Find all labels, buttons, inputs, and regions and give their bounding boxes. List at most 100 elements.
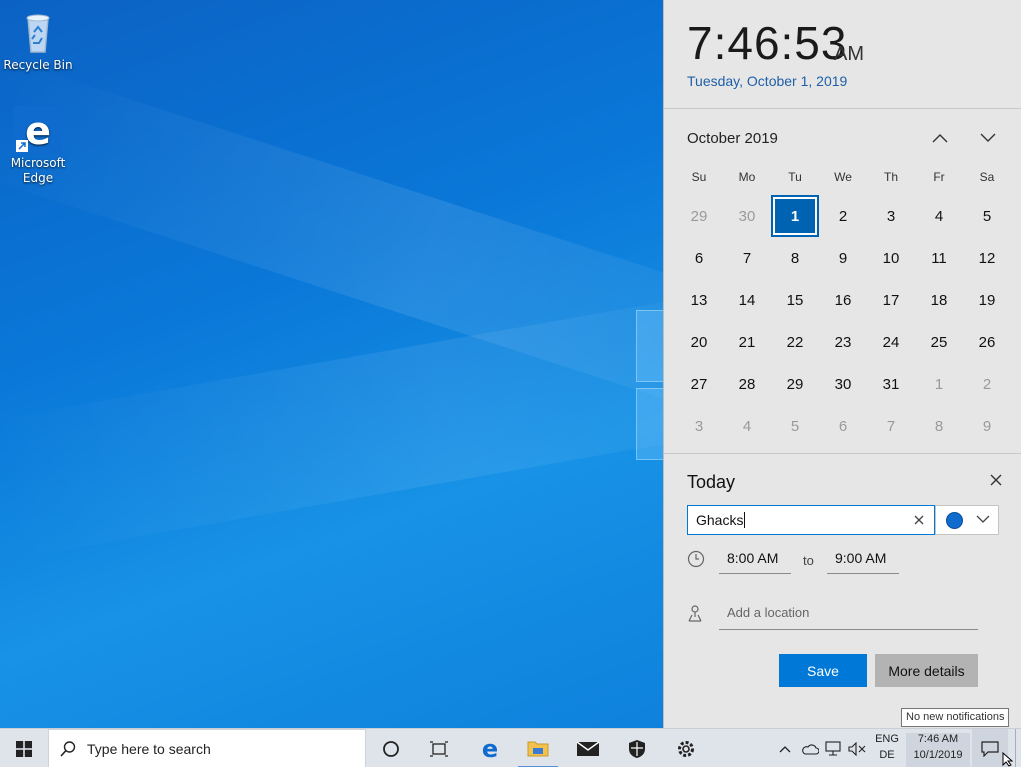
calendar-day[interactable]: 7 bbox=[867, 405, 915, 447]
search-icon bbox=[60, 741, 76, 757]
chevron-down-icon bbox=[980, 133, 996, 142]
calendar-week-row: 13 14 15 16 17 18 19 bbox=[675, 279, 1011, 321]
calendar-day[interactable]: 2 bbox=[963, 363, 1011, 405]
network-button[interactable] bbox=[823, 729, 845, 767]
calendar-day[interactable]: 9 bbox=[819, 237, 867, 279]
calendar-day[interactable]: 7 bbox=[723, 237, 771, 279]
calendar-day[interactable]: 21 bbox=[723, 321, 771, 363]
calendar-day[interactable]: 12 bbox=[963, 237, 1011, 279]
calendar-day[interactable]: 5 bbox=[963, 195, 1011, 237]
calendar-day[interactable]: 8 bbox=[915, 405, 963, 447]
desktop-icon-microsoft-edge[interactable]: e Microsoft Edge bbox=[0, 106, 76, 186]
previous-month-button[interactable] bbox=[926, 124, 954, 152]
calendar-day[interactable]: 31 bbox=[867, 363, 915, 405]
taskbar-mail-button[interactable] bbox=[568, 729, 608, 767]
save-button[interactable]: Save bbox=[779, 654, 867, 687]
weekday-label: Sa bbox=[979, 170, 995, 184]
recycle-bin-icon bbox=[14, 8, 62, 56]
volume-muted-icon bbox=[848, 741, 866, 756]
calendar-day[interactable]: 16 bbox=[819, 279, 867, 321]
desktop-icon-label: Microsoft Edge bbox=[10, 156, 66, 185]
calendar-day[interactable]: 8 bbox=[771, 237, 819, 279]
svg-text:e: e bbox=[482, 738, 498, 760]
taskbar-edge-button[interactable]: e bbox=[470, 729, 510, 767]
current-date-link[interactable]: Tuesday, October 1, 2019 bbox=[687, 73, 847, 89]
mail-icon bbox=[576, 740, 600, 756]
chevron-up-icon bbox=[779, 745, 791, 752]
mouse-cursor-icon bbox=[1002, 752, 1014, 767]
weekday-label: Mo bbox=[738, 170, 756, 184]
taskbar-clock-time: 7:46 AM bbox=[917, 733, 959, 745]
taskbar-security-button[interactable] bbox=[617, 729, 657, 767]
calendar-day[interactable]: 6 bbox=[819, 405, 867, 447]
clock-icon bbox=[687, 550, 705, 568]
file-explorer-icon bbox=[527, 741, 549, 756]
taskbar-clock[interactable]: 7:46 AM 10/1/2019 bbox=[906, 733, 970, 767]
calendar-day[interactable]: 29 bbox=[675, 195, 723, 237]
agenda-today-label: Today bbox=[687, 472, 736, 492]
calendar-day[interactable]: 3 bbox=[867, 195, 915, 237]
chevron-down-icon bbox=[976, 515, 990, 523]
calendar-week-row: 20 21 22 23 24 25 26 bbox=[675, 321, 1011, 363]
calendar-month-label[interactable]: October 2019 bbox=[687, 130, 778, 147]
calendar-day[interactable]: 2 bbox=[819, 195, 867, 237]
calendar-day[interactable]: 24 bbox=[867, 321, 915, 363]
clock-calendar-flyout: 7:46:53 AM Tuesday, October 1, 2019 Octo… bbox=[663, 0, 1021, 728]
calendar-day[interactable]: 19 bbox=[963, 279, 1011, 321]
task-view-button[interactable] bbox=[420, 729, 458, 767]
calendar-day[interactable]: 15 bbox=[771, 279, 819, 321]
calendar-day-selected[interactable]: 1 bbox=[771, 195, 819, 237]
current-time: 7:46:53 bbox=[687, 17, 848, 69]
calendar-day[interactable]: 13 bbox=[675, 279, 723, 321]
start-button[interactable] bbox=[0, 729, 48, 767]
taskbar-search-box[interactable]: Type here to search bbox=[48, 729, 366, 767]
volume-button[interactable] bbox=[846, 729, 868, 767]
text-caret bbox=[744, 512, 746, 528]
calendar-day[interactable]: 30 bbox=[819, 363, 867, 405]
desktop-icon-recycle-bin[interactable]: Recycle Bin bbox=[0, 8, 76, 73]
next-month-button[interactable] bbox=[974, 124, 1002, 152]
calendar-day[interactable]: 22 bbox=[771, 321, 819, 363]
calendar-day[interactable]: 26 bbox=[963, 321, 1011, 363]
calendar-day[interactable]: 14 bbox=[723, 279, 771, 321]
calendar-day[interactable]: 30 bbox=[723, 195, 771, 237]
input-language-indicator[interactable]: ENG DE bbox=[871, 733, 903, 761]
taskbar: Type here to search e ENG DE 7:46 AM 10/… bbox=[0, 728, 1021, 767]
calendar-day[interactable]: 29 bbox=[771, 363, 819, 405]
calendar-day[interactable]: 25 bbox=[915, 321, 963, 363]
current-time-ampm: AM bbox=[834, 43, 864, 65]
calendar-day[interactable]: 18 bbox=[915, 279, 963, 321]
calendar-week-row: 6 7 8 9 10 11 12 bbox=[675, 237, 1011, 279]
taskbar-settings-button[interactable] bbox=[666, 729, 706, 767]
calendar-day[interactable]: 1 bbox=[915, 363, 963, 405]
show-hidden-icons-button[interactable] bbox=[776, 729, 794, 767]
location-input[interactable]: Add a location bbox=[719, 598, 978, 630]
event-color-picker[interactable] bbox=[935, 505, 999, 535]
taskbar-file-explorer-button[interactable] bbox=[518, 729, 558, 767]
network-icon bbox=[825, 740, 841, 756]
calendar-day[interactable]: 5 bbox=[771, 405, 819, 447]
calendar-day[interactable]: 17 bbox=[867, 279, 915, 321]
calendar-day[interactable]: 28 bbox=[723, 363, 771, 405]
calendar-day[interactable]: 10 bbox=[867, 237, 915, 279]
calendar-day[interactable]: 9 bbox=[963, 405, 1011, 447]
calendar-day[interactable]: 4 bbox=[723, 405, 771, 447]
calendar-day[interactable]: 20 bbox=[675, 321, 723, 363]
onedrive-button[interactable] bbox=[800, 729, 820, 767]
more-details-button[interactable]: More details bbox=[875, 654, 978, 687]
calendar-day[interactable]: 4 bbox=[915, 195, 963, 237]
calendar-day[interactable]: 6 bbox=[675, 237, 723, 279]
calendar-day[interactable]: 3 bbox=[675, 405, 723, 447]
calendar-day[interactable]: 23 bbox=[819, 321, 867, 363]
close-event-button[interactable] bbox=[986, 470, 1006, 490]
calendar-day[interactable]: 27 bbox=[675, 363, 723, 405]
calendar-day[interactable]: 11 bbox=[915, 237, 963, 279]
start-time-picker[interactable]: 8:00 AM bbox=[719, 544, 791, 574]
cortana-button[interactable] bbox=[372, 729, 410, 767]
end-time-picker[interactable]: 9:00 AM bbox=[827, 544, 899, 574]
event-title-input[interactable]: Ghacks bbox=[687, 505, 935, 535]
weekday-header-row: Su Mo Tu We Th Fr Sa bbox=[675, 170, 1011, 184]
clear-text-icon[interactable] bbox=[912, 513, 926, 527]
weekday-label: We bbox=[834, 170, 852, 184]
weekday-label: Th bbox=[883, 170, 898, 184]
